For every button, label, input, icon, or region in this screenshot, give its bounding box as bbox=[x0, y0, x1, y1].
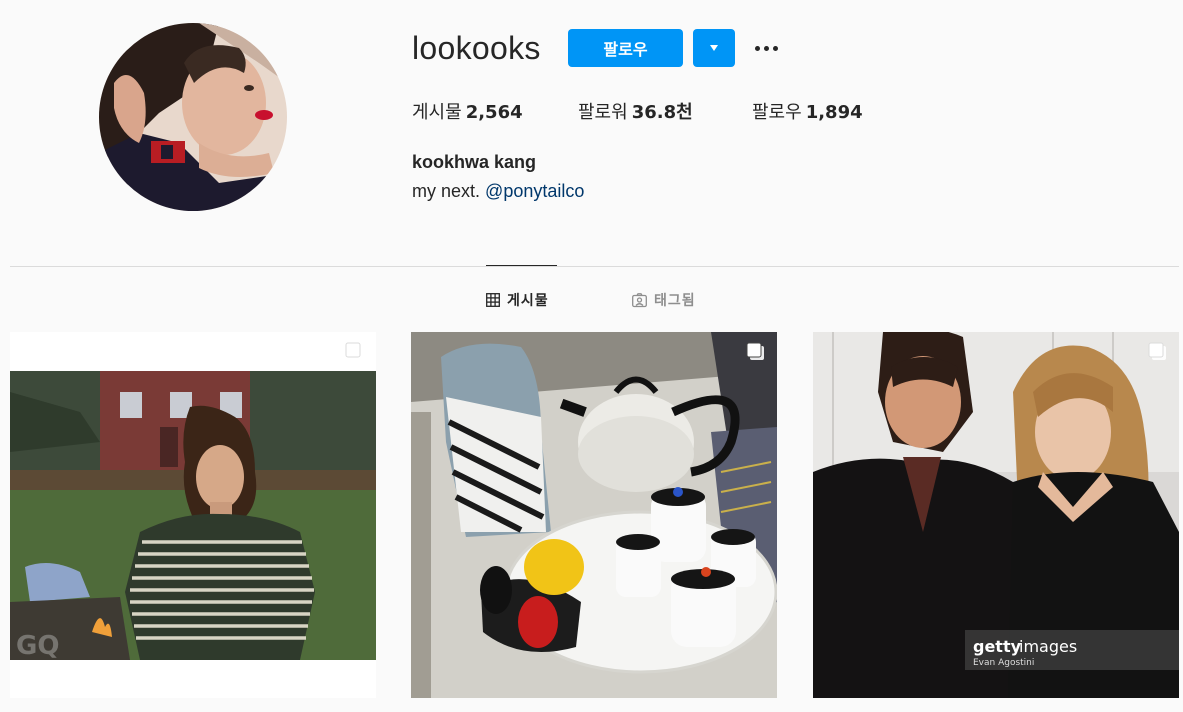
stat-posts: 게시물 2,564 bbox=[412, 98, 523, 124]
stat-followers-label: 팔로워 bbox=[578, 102, 628, 123]
more-options-button[interactable] bbox=[750, 36, 782, 60]
svg-text:images: images bbox=[1019, 637, 1077, 656]
multiple-photos-icon bbox=[1148, 342, 1166, 360]
stat-posts-value: 2,564 bbox=[465, 102, 523, 123]
stat-followers-value: 36.8천 bbox=[631, 102, 693, 123]
tab-tagged-label: 태그됨 bbox=[654, 293, 696, 309]
post-thumbnail[interactable]: getty images Evan Agostini bbox=[813, 332, 1179, 698]
multiple-photos-icon bbox=[345, 342, 363, 360]
stat-following-value: 1,894 bbox=[805, 102, 863, 123]
svg-text:getty: getty bbox=[973, 637, 1022, 656]
bio-text: my next. bbox=[412, 181, 481, 201]
active-tab-indicator bbox=[486, 265, 557, 266]
svg-text:GQ: GQ bbox=[16, 631, 59, 661]
suggested-dropdown-button[interactable] bbox=[693, 29, 735, 67]
tabs-divider bbox=[10, 266, 1179, 267]
profile-bio: my next. @ponytailco bbox=[412, 181, 584, 202]
bio-mention-link[interactable]: @ponytailco bbox=[485, 181, 584, 201]
stat-followers[interactable]: 팔로워 36.8천 bbox=[578, 98, 693, 124]
more-dot-icon bbox=[754, 45, 760, 51]
profile-avatar[interactable] bbox=[99, 23, 287, 211]
multiple-photos-icon bbox=[746, 342, 764, 360]
stat-following[interactable]: 팔로우 1,894 bbox=[752, 98, 863, 124]
follow-button[interactable]: 팔로우 bbox=[568, 29, 683, 67]
stat-following-label: 팔로우 bbox=[752, 102, 802, 123]
tab-posts[interactable]: 게시물 bbox=[486, 290, 549, 310]
profile-username: lookooks bbox=[412, 30, 541, 66]
post-thumbnail[interactable]: GQ bbox=[10, 332, 376, 698]
tab-posts-label: 게시물 bbox=[507, 293, 549, 309]
post-thumbnail[interactable] bbox=[411, 332, 777, 698]
tagged-icon bbox=[632, 292, 647, 307]
caret-down-icon bbox=[710, 45, 718, 51]
more-dot-icon bbox=[763, 45, 769, 51]
grid-icon bbox=[486, 293, 500, 307]
profile-full-name: kookhwa kang bbox=[412, 152, 537, 172]
more-dot-icon bbox=[772, 45, 778, 51]
stat-posts-label: 게시물 bbox=[412, 102, 462, 123]
tab-tagged[interactable]: 태그됨 bbox=[632, 290, 696, 310]
svg-text:Evan Agostini: Evan Agostini bbox=[973, 658, 1034, 668]
